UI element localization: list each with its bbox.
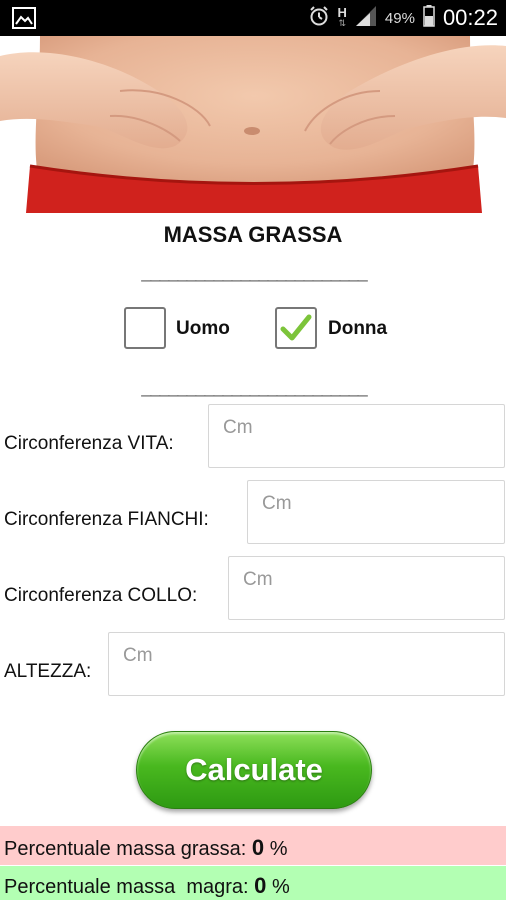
field-height: ALTEZZA: Cm <box>0 632 506 700</box>
female-label[interactable]: Donna <box>328 318 387 340</box>
male-checkbox[interactable] <box>124 307 166 349</box>
status-bar: H ⇅ 49% 00:22 <box>0 0 506 36</box>
lean-percentage-value: 0 <box>254 873 267 898</box>
image-notification-icon <box>12 7 36 29</box>
status-icons: H ⇅ 49% 00:22 <box>308 4 498 32</box>
field-waist: Circonferenza VITA: Cm <box>0 404 506 472</box>
network-type-label: H <box>337 5 347 20</box>
calculate-button-label: Calculate <box>185 752 323 787</box>
field-neck: Circonferenza COLLO: Cm <box>0 556 506 624</box>
hips-placeholder: Cm <box>262 493 292 514</box>
waist-input[interactable]: Cm <box>208 404 505 468</box>
clock: 00:22 <box>442 5 498 30</box>
battery-percent: 49% <box>384 9 415 27</box>
hips-input[interactable]: Cm <box>247 480 505 544</box>
fat-percentage-value: 0 <box>251 835 265 860</box>
calculate-button[interactable]: Calculate <box>136 731 372 809</box>
height-placeholder: Cm <box>123 645 153 666</box>
separator-bottom: _________________________ <box>141 377 367 397</box>
lean-percentage-unit: % <box>271 876 290 898</box>
height-input[interactable]: Cm <box>108 632 505 696</box>
separator-top: _________________________ <box>141 262 367 282</box>
fat-percentage-label: Percentuale massa grassa: <box>4 838 247 860</box>
hips-label: Circonferenza FIANCHI: <box>4 509 209 530</box>
fat-percentage-row: Percentuale massa grassa: 0 % <box>0 826 506 865</box>
battery-icon <box>423 4 435 32</box>
page-title: MASSA GRASSA <box>163 222 343 247</box>
alarm-icon <box>308 5 330 32</box>
female-checkbox[interactable] <box>275 307 317 349</box>
checkmark-icon <box>280 314 312 341</box>
waist-label: Circonferenza VITA: <box>4 433 174 454</box>
neck-input[interactable]: Cm <box>228 556 505 620</box>
male-label[interactable]: Uomo <box>176 318 230 340</box>
height-label: ALTEZZA: <box>4 661 92 682</box>
lean-percentage-label: Percentuale massa magra: <box>4 876 249 898</box>
lean-percentage-row: Percentuale massa magra: 0 % <box>0 866 506 900</box>
network-h-icon: H ⇅ <box>337 5 347 28</box>
field-hips: Circonferenza FIANCHI: Cm <box>0 480 506 548</box>
neck-label: Circonferenza COLLO: <box>4 585 198 606</box>
header-image <box>0 36 506 213</box>
signal-icon <box>355 5 377 32</box>
waist-placeholder: Cm <box>223 417 253 438</box>
gender-selector: Uomo Donna <box>0 305 506 353</box>
fat-percentage-unit: % <box>269 838 288 860</box>
neck-placeholder: Cm <box>243 569 273 590</box>
